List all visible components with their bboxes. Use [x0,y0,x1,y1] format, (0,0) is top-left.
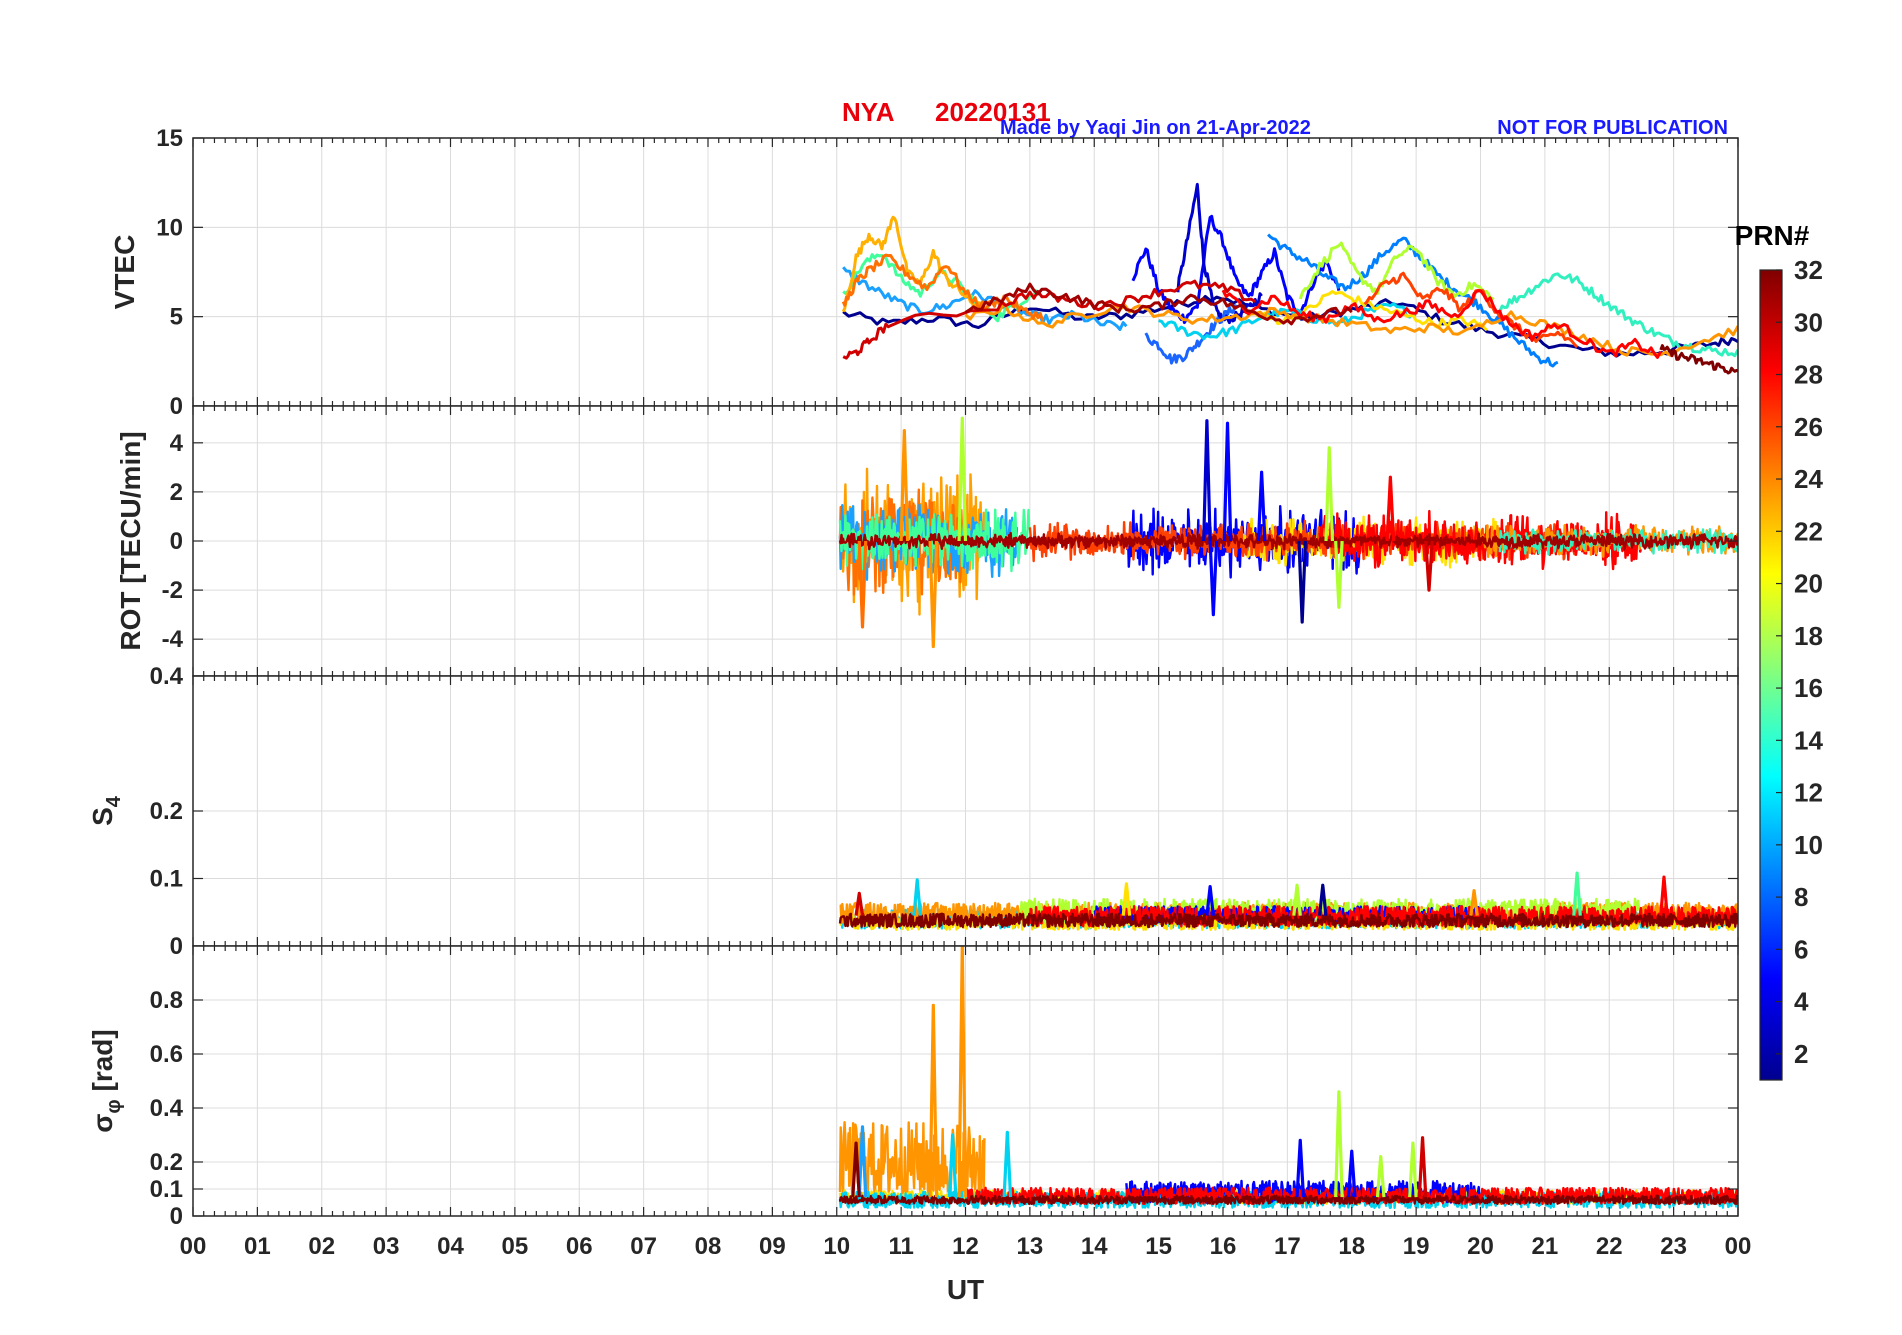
y-tick-label: -4 [162,626,184,653]
x-tick-label: 11 [888,1233,913,1260]
x-tick-label: 00 [180,1233,207,1260]
y-axis-label: VTEC [109,235,140,310]
x-tick-label: 04 [437,1233,464,1260]
y-axis-label-suffix: [rad] [87,1029,118,1099]
y-tick-label: 0.2 [150,798,183,825]
y-tick-label: 0.4 [150,1095,184,1122]
y-tick-label: 0 [170,933,183,960]
colorbar-tick-label: 26 [1794,412,1823,442]
y-axis-label: S4 [87,795,125,826]
x-tick-label: 20 [1467,1233,1494,1260]
colorbar-tick-label: 22 [1794,516,1823,546]
x-tick-label: 12 [952,1233,979,1260]
colorbar-tick-label: 24 [1794,464,1823,494]
y-tick-label: 0.4 [150,663,184,690]
x-tick-label: 01 [244,1233,271,1260]
x-tick-label: 07 [630,1233,657,1260]
chart-figure: NYA 20220131 Made by Yaqi Jin on 21-Apr-… [87,97,1823,1305]
x-tick-label: 15 [1145,1233,1172,1260]
x-tick-label: 08 [695,1233,722,1260]
x-tick-label: 14 [1081,1233,1108,1260]
y-tick-label: 0.1 [150,1176,183,1203]
x-tick-label: 02 [308,1233,335,1260]
y-tick-label: 4 [170,430,184,457]
panel-sigma: 00.10.2 0.4 0.6 0.8 σφ [rad] 00 01 02 03 04 05 06 07… [87,945,1752,1305]
x-tick-label: 17 [1274,1233,1301,1260]
y-tick-label: 0 [170,528,183,555]
y-tick-label: 0.1 [150,866,183,893]
colorbar-tick-label: 28 [1794,360,1823,390]
credit-label: Made by Yaqi Jin on 21-Apr-2022 [1000,117,1311,139]
x-tick-label: 21 [1532,1233,1559,1260]
figure: NYA 20220131 Made by Yaqi Jin on 21-Apr-… [0,0,1902,1330]
colorbar-label: PRN# [1735,220,1810,251]
colorbar-tick-label: 14 [1794,725,1823,755]
y-axis-label-subscript: 4 [103,795,125,807]
y-axis-label: ROT [TECU/min] [115,431,146,650]
colorbar-tick-label: 8 [1794,882,1808,912]
x-tick-label: 10 [823,1233,850,1260]
x-tick-label: 09 [759,1233,786,1260]
colorbar-tick-label: 4 [1794,987,1809,1017]
x-tick-label: 06 [566,1233,593,1260]
x-tick-label: 00 [1725,1233,1752,1260]
station-label: NYA [842,97,895,127]
colorbar-tick-label: 2 [1794,1039,1808,1069]
x-tick-label: 13 [1017,1233,1044,1260]
y-tick-label: 2 [170,479,183,506]
x-tick-label: 16 [1210,1233,1237,1260]
x-tick-label: 03 [373,1233,400,1260]
colorbar-tick-label: 30 [1794,307,1823,337]
panel-vtec: 0 5 10 15 VTEC [109,125,1739,420]
x-tick-label: 22 [1596,1233,1623,1260]
y-axis-label-subscript: φ [103,1099,125,1113]
x-axis-label: UT [947,1274,984,1305]
y-tick-label: 0.8 [150,987,183,1014]
colorbar-tick-label: 32 [1794,255,1823,285]
colorbar-tick-label: 6 [1794,934,1808,964]
colorbar-tick-label: 18 [1794,621,1823,651]
y-tick-label: -2 [162,577,183,604]
colorbar-tick-label: 16 [1794,673,1823,703]
x-tick-label: 05 [502,1233,529,1260]
colorbar-tick-label: 10 [1794,830,1823,860]
y-tick-label: 0 [170,1203,183,1230]
x-tick-label: 23 [1660,1233,1687,1260]
panel-s4: 0 0.1 0.2 0.4 S4 [87,663,1739,960]
y-tick-label: 0 [170,393,183,420]
notice-label: NOT FOR PUBLICATION [1497,117,1728,139]
y-axis-label: σφ [rad] [87,1029,125,1132]
colorbar-tick-label: 12 [1794,778,1823,808]
panel-rot: -4 -2 0 2 4 ROT [TECU/min] [115,405,1739,677]
y-tick-label: 0.2 [150,1149,183,1176]
x-tick-label: 18 [1338,1233,1365,1260]
colorbar-tick-label: 20 [1794,569,1823,599]
y-tick-label: 0.6 [150,1041,183,1068]
y-tick-label: 5 [170,304,183,331]
y-tick-label: 15 [156,125,183,152]
colorbar [1759,269,1783,1081]
x-tick-label: 19 [1403,1233,1430,1260]
y-tick-label: 10 [156,214,183,241]
